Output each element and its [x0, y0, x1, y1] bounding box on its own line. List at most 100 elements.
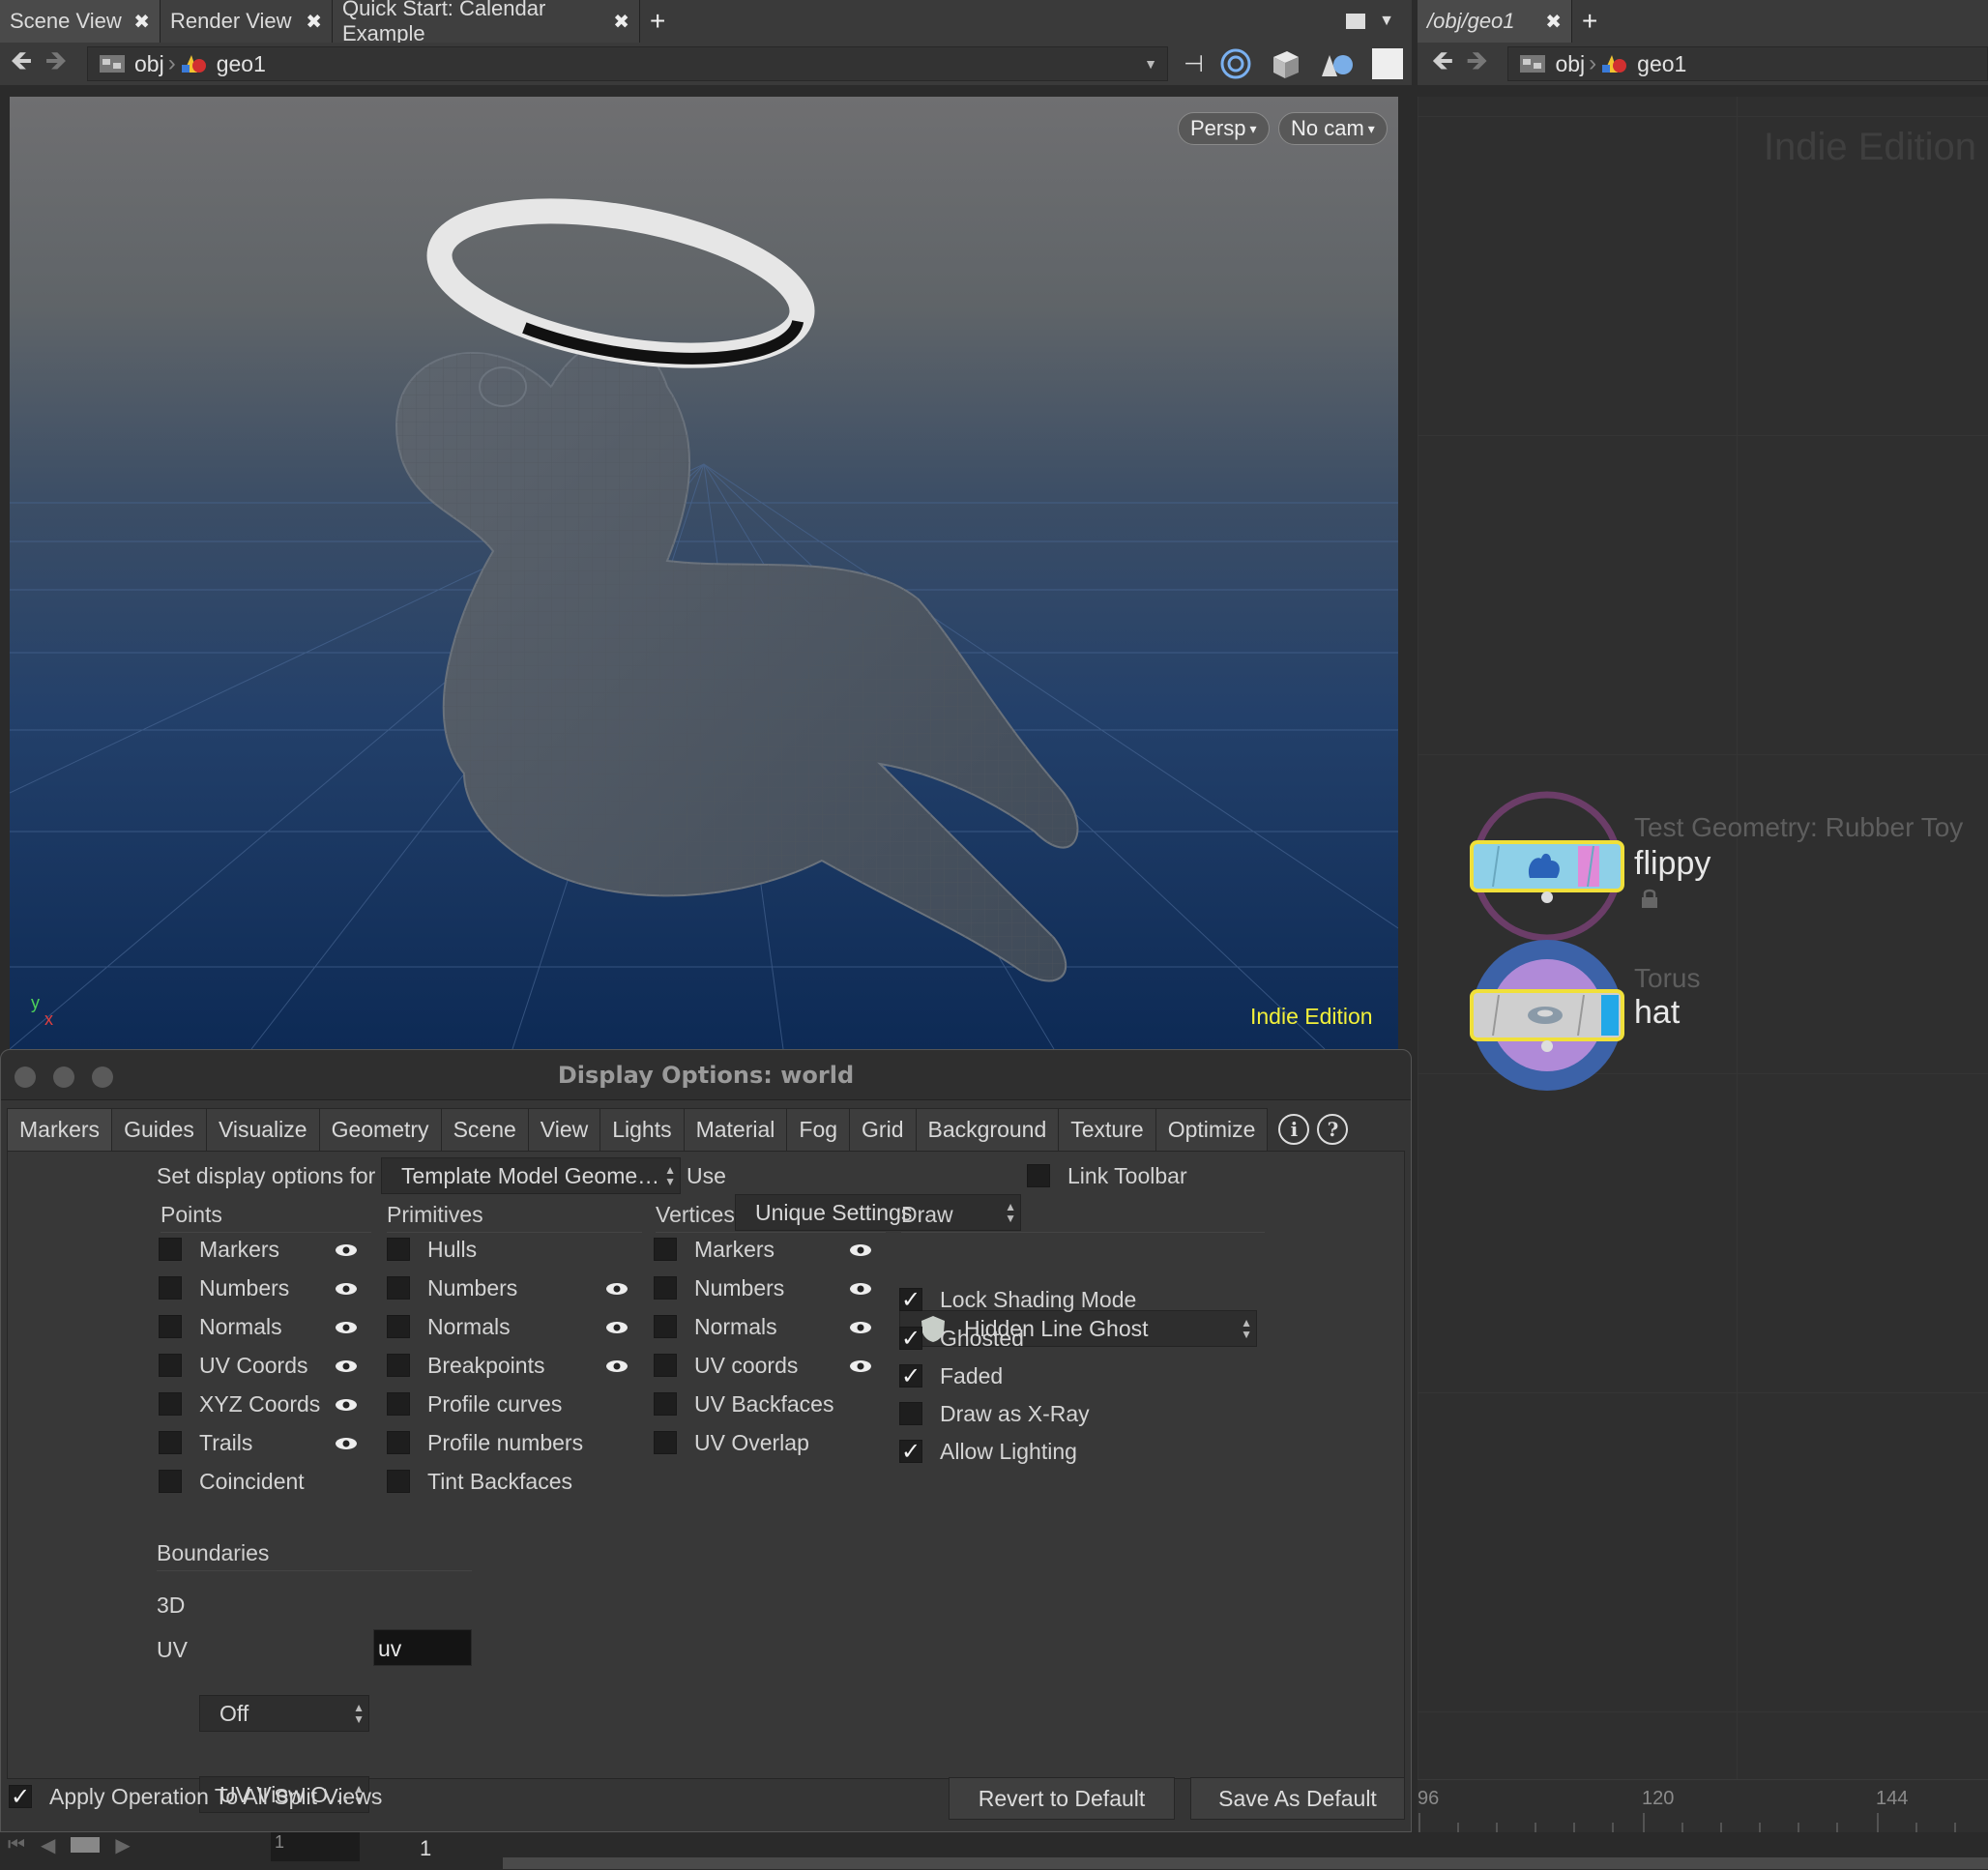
- eye-icon[interactable]: [605, 1320, 629, 1335]
- obj-network-icon[interactable]: [98, 51, 127, 76]
- points-uv-coords-checkbox[interactable]: [159, 1354, 182, 1377]
- persp-menu-button[interactable]: Persp ▾: [1178, 112, 1270, 145]
- close-icon[interactable]: ✖: [133, 10, 150, 34]
- vert-uv-coords-checkbox[interactable]: [654, 1354, 677, 1377]
- points-xyz-coords-checkbox[interactable]: [159, 1392, 182, 1416]
- minimize-window-icon[interactable]: [53, 1066, 74, 1088]
- step-back-icon[interactable]: ◀: [41, 1833, 55, 1857]
- tab-background[interactable]: Background: [915, 1108, 1060, 1151]
- forward-arrow-icon[interactable]: 🡺: [39, 45, 73, 79]
- close-icon[interactable]: ✖: [1545, 10, 1562, 34]
- add-tab-icon[interactable]: +: [1572, 0, 1607, 43]
- ghosted-checkbox[interactable]: ✓: [899, 1326, 922, 1352]
- xray-checkbox[interactable]: [899, 1402, 922, 1425]
- apply-all-checkbox[interactable]: ✓: [9, 1784, 32, 1810]
- pin-icon[interactable]: ⊣: [1184, 50, 1204, 78]
- revert-to-default-button[interactable]: Revert to Default: [949, 1777, 1175, 1820]
- add-tab-icon[interactable]: +: [640, 0, 675, 43]
- tab-guides[interactable]: Guides: [111, 1108, 207, 1151]
- prim-tint-backfaces-checkbox[interactable]: [387, 1470, 410, 1493]
- shading-cube-icon[interactable]: [1268, 47, 1302, 80]
- tab-optimize[interactable]: Optimize: [1155, 1108, 1269, 1151]
- scene-viewport[interactable]: Persp ▾ No cam ▾ Indie Edition y x: [10, 97, 1398, 1049]
- points-markers-checkbox[interactable]: [159, 1238, 182, 1261]
- tab-render-view[interactable]: Render View ✖: [161, 0, 333, 43]
- tab-view[interactable]: View: [527, 1108, 601, 1151]
- path-dropdown-icon[interactable]: ▼: [1144, 56, 1157, 72]
- pane-menu-chevron-icon[interactable]: ▼: [1379, 13, 1394, 30]
- pane-layout-icon[interactable]: [1346, 14, 1366, 29]
- tab-fog[interactable]: Fog: [786, 1108, 851, 1151]
- breadcrumb-obj[interactable]: obj: [134, 51, 164, 77]
- background-toggle-icon[interactable]: [1371, 48, 1403, 79]
- eye-icon[interactable]: [335, 1436, 358, 1451]
- obj-network-icon[interactable]: [1518, 51, 1547, 76]
- eye-icon[interactable]: [335, 1359, 358, 1374]
- boundaries-3d-select[interactable]: Off ▲ ▼: [199, 1695, 369, 1732]
- back-arrow-icon[interactable]: 🡸: [4, 45, 39, 79]
- close-icon[interactable]: ✖: [306, 10, 322, 34]
- display-primitives-icon[interactable]: [1318, 47, 1357, 80]
- prim-profile-curves-checkbox[interactable]: [387, 1392, 410, 1416]
- allow-lighting-checkbox[interactable]: ✓: [899, 1439, 922, 1465]
- vert-uv-overlap-checkbox[interactable]: [654, 1431, 677, 1454]
- stop-icon[interactable]: [71, 1837, 101, 1853]
- prim-numbers-checkbox[interactable]: [387, 1276, 410, 1300]
- tab-texture[interactable]: Texture: [1058, 1108, 1156, 1151]
- forward-arrow-icon[interactable]: 🡺: [1460, 45, 1495, 79]
- help-icon[interactable]: ?: [1317, 1114, 1349, 1145]
- set-for-select[interactable]: Template Model Geome… ▲ ▼: [381, 1157, 681, 1194]
- eye-icon[interactable]: [605, 1281, 629, 1297]
- breadcrumb-geo1[interactable]: geo1: [217, 51, 266, 77]
- jump-start-icon[interactable]: ⏮: [8, 1834, 25, 1856]
- timeline-scrub-bar[interactable]: [503, 1857, 1988, 1869]
- play-icon[interactable]: ▶: [115, 1833, 130, 1857]
- flippy-node[interactable]: [1470, 789, 1624, 944]
- vert-uv-backfaces-checkbox[interactable]: [654, 1392, 677, 1416]
- lock-shading-checkbox[interactable]: ✓: [899, 1287, 922, 1313]
- snapping-icon[interactable]: [1219, 47, 1252, 80]
- vert-numbers-checkbox[interactable]: [654, 1276, 677, 1300]
- points-trails-checkbox[interactable]: [159, 1431, 182, 1454]
- zoom-window-icon[interactable]: [92, 1066, 113, 1088]
- flippy-node-name[interactable]: flippy: [1634, 845, 1710, 883]
- eye-icon[interactable]: [335, 1242, 358, 1258]
- tab-lights[interactable]: Lights: [599, 1108, 685, 1151]
- eye-icon[interactable]: [605, 1359, 629, 1374]
- link-toolbar-checkbox[interactable]: [1027, 1164, 1050, 1187]
- tab-scene[interactable]: Scene: [440, 1108, 529, 1151]
- hat-node-name[interactable]: hat: [1634, 994, 1680, 1032]
- current-frame-field[interactable]: 1: [410, 1836, 499, 1865]
- prim-breakpoints-checkbox[interactable]: [387, 1354, 410, 1377]
- hat-node[interactable]: [1470, 938, 1624, 1093]
- close-window-icon[interactable]: [15, 1066, 36, 1088]
- tab-network-path[interactable]: /obj/geo1 ✖: [1418, 0, 1572, 43]
- tab-geometry[interactable]: Geometry: [318, 1108, 442, 1151]
- prim-normals-checkbox[interactable]: [387, 1315, 410, 1338]
- points-numbers-checkbox[interactable]: [159, 1276, 182, 1300]
- vert-normals-checkbox[interactable]: [654, 1315, 677, 1338]
- eye-icon[interactable]: [849, 1281, 872, 1297]
- uv-attribute-input[interactable]: uv: [373, 1629, 472, 1666]
- faded-checkbox[interactable]: ✓: [899, 1363, 922, 1389]
- breadcrumb-obj[interactable]: obj: [1555, 51, 1585, 77]
- eye-icon[interactable]: [335, 1320, 358, 1335]
- dialog-titlebar[interactable]: Display Options: world: [1, 1050, 1411, 1100]
- tab-quick-start[interactable]: Quick Start: Calendar Example ✖: [333, 0, 640, 45]
- lock-icon[interactable]: [1640, 888, 1659, 909]
- eye-icon[interactable]: [849, 1359, 872, 1374]
- camera-menu-button[interactable]: No cam ▾: [1278, 112, 1388, 145]
- info-icon[interactable]: i: [1278, 1114, 1310, 1145]
- eye-icon[interactable]: [849, 1242, 872, 1258]
- save-as-default-button[interactable]: Save As Default: [1190, 1777, 1405, 1820]
- tab-material[interactable]: Material: [683, 1108, 788, 1151]
- back-arrow-icon[interactable]: 🡸: [1425, 45, 1460, 79]
- prim-profile-numbers-checkbox[interactable]: [387, 1431, 410, 1454]
- tab-markers[interactable]: Markers: [7, 1108, 113, 1151]
- geo-node-icon[interactable]: [180, 51, 209, 76]
- breadcrumb-geo1[interactable]: geo1: [1637, 51, 1686, 77]
- points-normals-checkbox[interactable]: [159, 1315, 182, 1338]
- timeline-ruler[interactable]: 96 120 144: [1418, 1779, 1988, 1837]
- tab-scene-view[interactable]: Scene View ✖: [0, 0, 161, 43]
- prim-hulls-checkbox[interactable]: [387, 1238, 410, 1261]
